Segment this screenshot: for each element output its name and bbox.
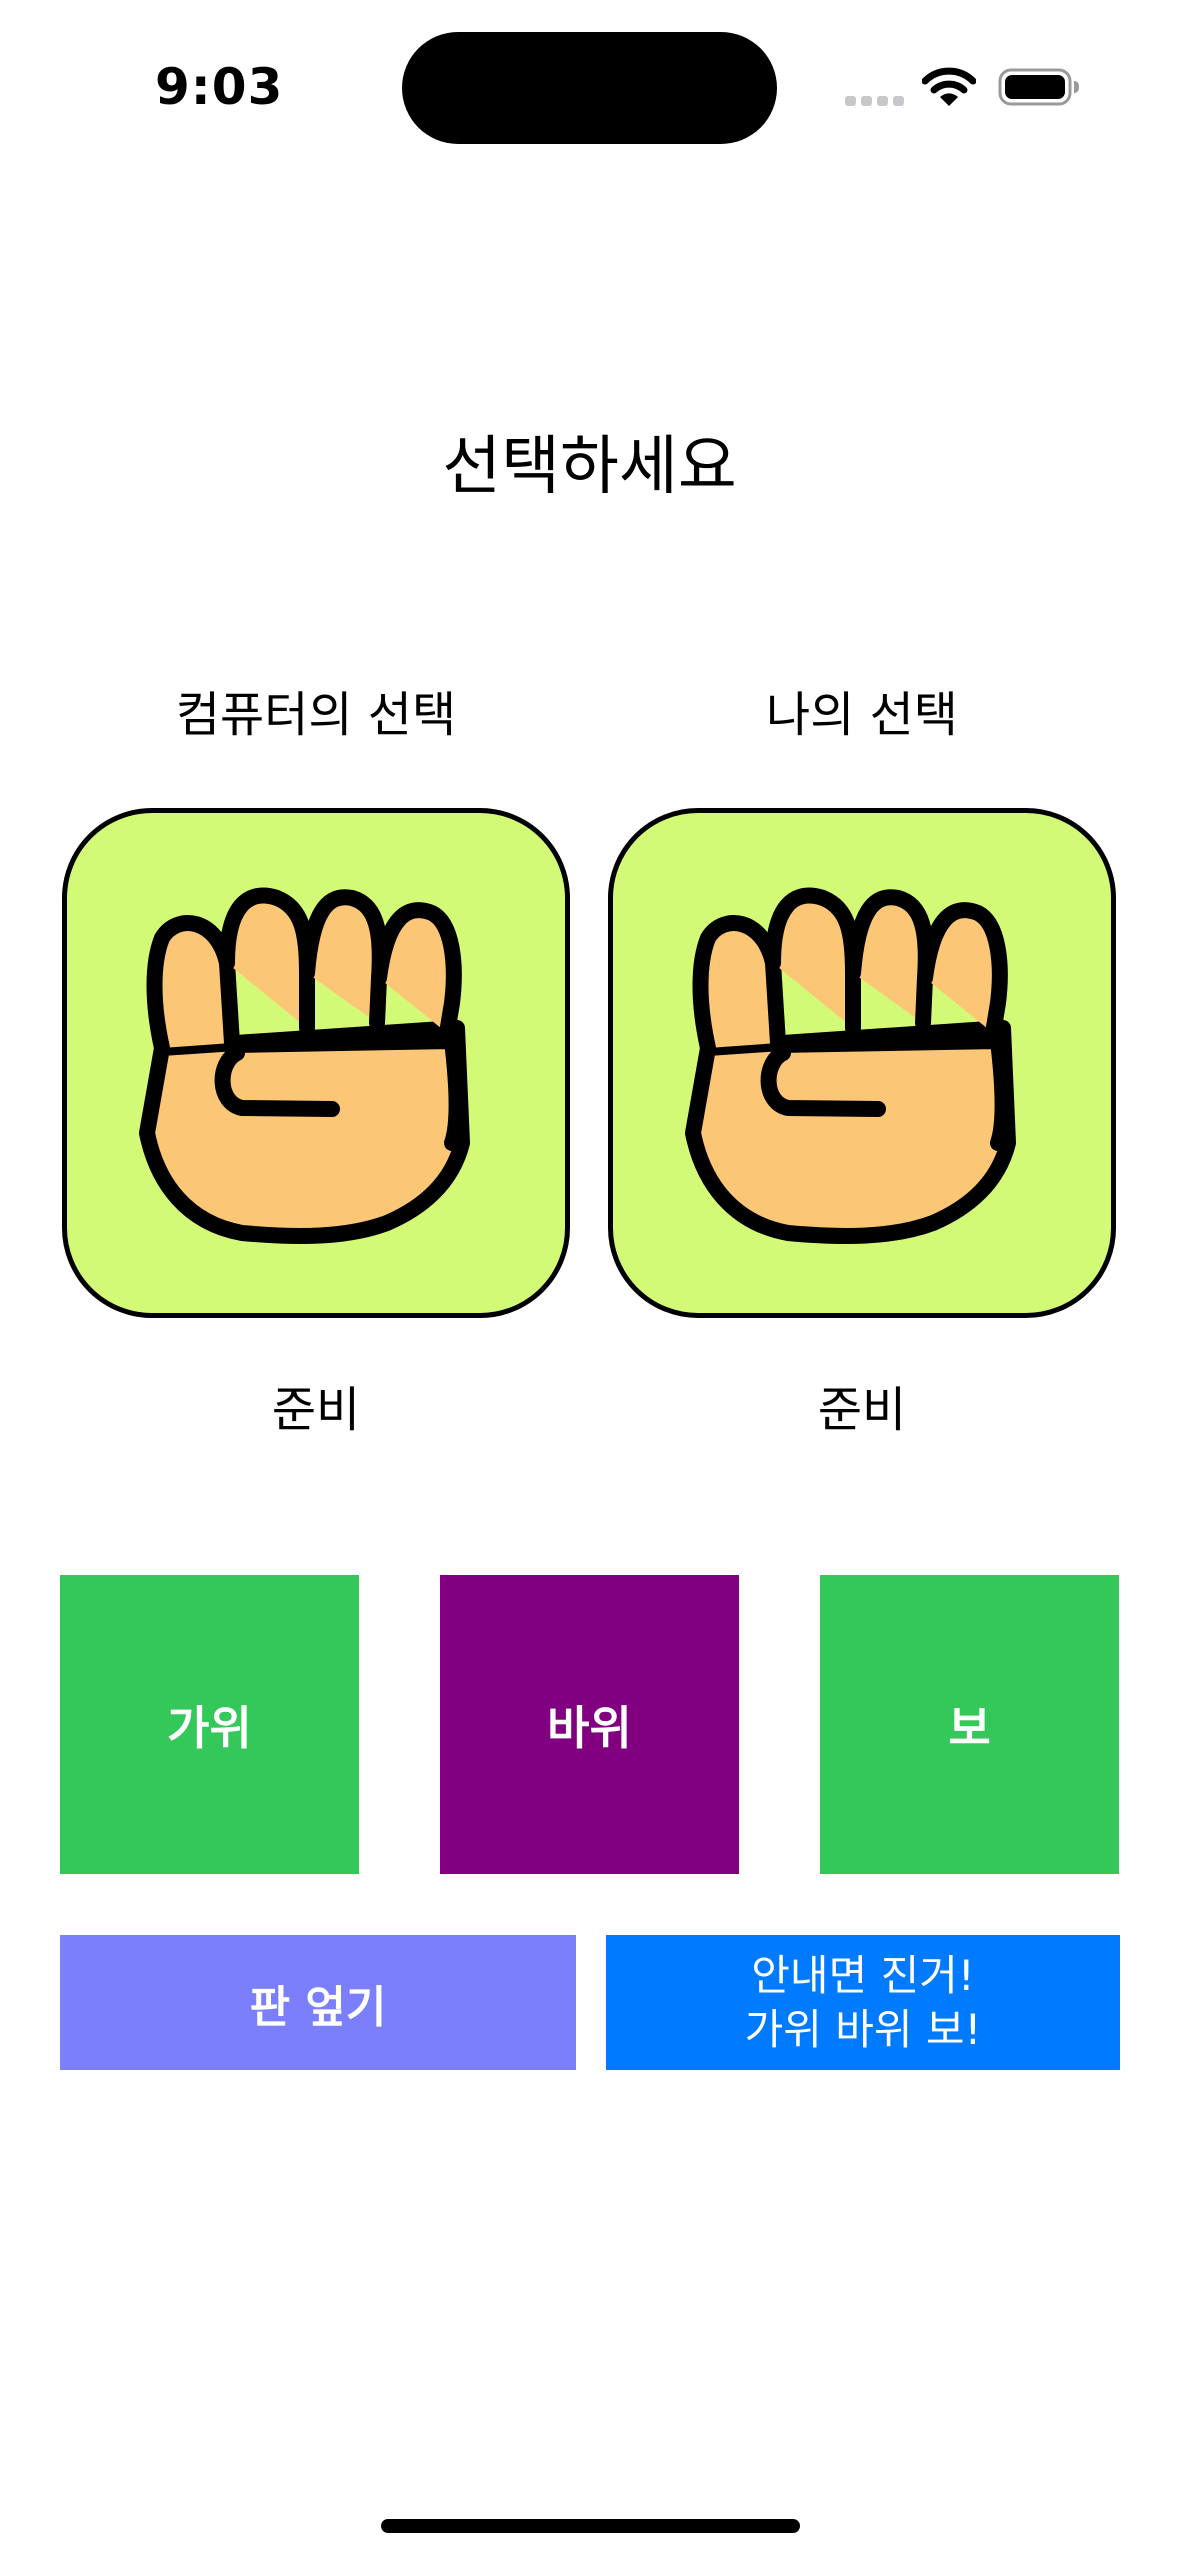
play-button-line1: 안내면 진거! (751, 1950, 975, 2000)
paper-button[interactable]: 보 (820, 1575, 1119, 1874)
play-button-line2: 가위 바위 보! (744, 2004, 982, 2054)
player-choice-label: 나의 선택 (766, 687, 958, 743)
play-button[interactable]: 안내면 진거! 가위 바위 보! (606, 1935, 1120, 2070)
computer-choice-label: 컴퓨터의 선택 (175, 687, 457, 743)
computer-status-label: 준비 (271, 1382, 361, 1438)
reset-button[interactable]: 판 엎기 (60, 1935, 576, 2070)
rock-button[interactable]: 바위 (440, 1575, 739, 1874)
rock-fist-icon (139, 887, 470, 1244)
wifi-icon (922, 67, 976, 106)
player-status-label: 준비 (817, 1382, 907, 1438)
page-title: 선택하세요 (442, 430, 737, 504)
home-indicator[interactable] (381, 2519, 800, 2533)
player-choice-image (608, 808, 1116, 1318)
battery-icon (998, 68, 1079, 106)
dynamic-island (402, 32, 777, 144)
scissors-button[interactable]: 가위 (60, 1575, 359, 1874)
rock-fist-icon (685, 887, 1016, 1244)
computer-choice-image (62, 808, 570, 1318)
cellular-signal-icon (845, 96, 904, 106)
reset-button-label: 판 엎기 (249, 1981, 387, 2033)
status-time: 9:03 (155, 58, 284, 116)
